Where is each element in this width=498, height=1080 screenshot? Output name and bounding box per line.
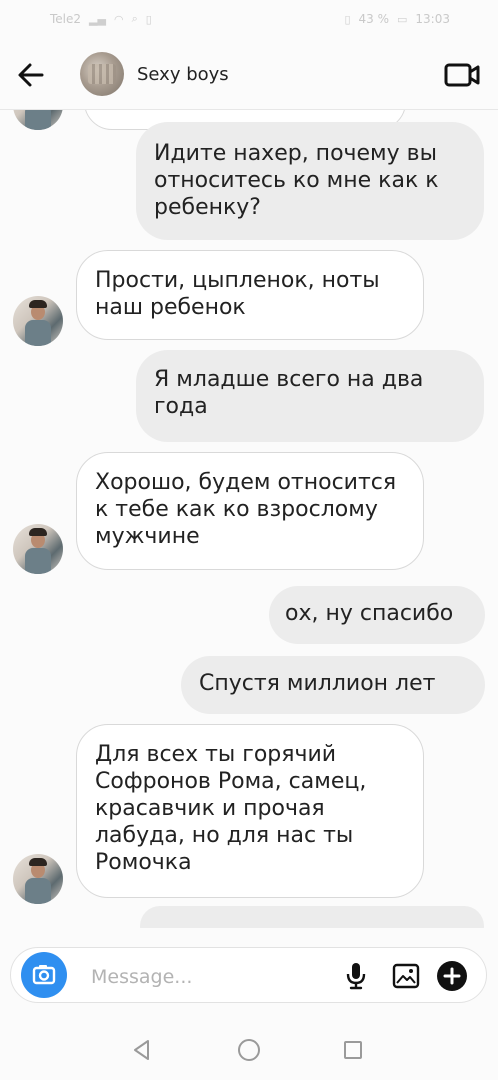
- video-camera-icon: [444, 63, 480, 87]
- message-bubble-incoming[interactable]: Прости, цыпленок, ноты наш ребенок: [76, 250, 424, 340]
- nav-back-icon[interactable]: [130, 1038, 154, 1062]
- message-bubble-partial: [140, 906, 484, 928]
- message-bubble-incoming[interactable]: Для всех ты горячий Софронов Рома, самец…: [76, 724, 424, 898]
- image-icon: [392, 963, 420, 989]
- arrow-left-icon: [18, 63, 44, 87]
- group-avatar[interactable]: [80, 52, 124, 96]
- gallery-button[interactable]: [392, 962, 420, 990]
- message-bubble-incoming[interactable]: Хорошо, будем относится к тебе как ко вз…: [76, 452, 424, 570]
- status-bar: Tele2 ▂▄ ◠ ⌕ ▯ ▯ 43 % ▭ 13:03: [0, 0, 498, 38]
- message-bubble-outgoing[interactable]: Я младше всего на два года: [136, 350, 484, 442]
- video-call-button[interactable]: [444, 62, 480, 88]
- sender-avatar[interactable]: [13, 296, 63, 346]
- message-bubble-outgoing[interactable]: Спустя миллион лет: [181, 656, 485, 714]
- message-list[interactable]: Идите нахер, почему вы относитесь ко мне…: [0, 110, 498, 928]
- clock: 13:03: [415, 12, 450, 26]
- vibrate-icon: ▯: [344, 12, 351, 26]
- sender-avatar[interactable]: [13, 854, 63, 904]
- nav-home-icon[interactable]: [237, 1038, 261, 1062]
- message-bubble-outgoing[interactable]: Идите нахер, почему вы относитесь ко мне…: [136, 122, 484, 240]
- system-navigation-bar: [0, 1018, 498, 1080]
- wifi-icon: ◠: [113, 12, 124, 26]
- plus-icon: [443, 967, 461, 985]
- sim-icon: ▯: [145, 12, 152, 26]
- battery-icon: ▭: [397, 12, 408, 26]
- carrier-label: Tele2: [50, 12, 82, 26]
- signal-icon: ▂▄: [89, 12, 106, 26]
- chat-header: Sexy boys: [0, 38, 498, 110]
- sender-avatar[interactable]: [13, 110, 63, 130]
- microphone-button[interactable]: [345, 961, 367, 991]
- sender-avatar[interactable]: [13, 524, 63, 574]
- battery-percent: 43 %: [358, 12, 390, 26]
- more-button[interactable]: [437, 961, 467, 991]
- message-composer: [10, 947, 487, 1003]
- message-input[interactable]: [89, 962, 333, 992]
- message-bubble-outgoing[interactable]: ох, ну спасибо: [269, 586, 485, 644]
- camera-button[interactable]: [21, 952, 67, 998]
- camera-icon: [32, 965, 56, 985]
- chat-title[interactable]: Sexy boys: [137, 64, 229, 85]
- microphone-icon: [346, 963, 366, 990]
- back-button[interactable]: [16, 60, 46, 90]
- search-status-icon: ⌕: [131, 12, 138, 25]
- nav-recents-icon[interactable]: [343, 1040, 363, 1060]
